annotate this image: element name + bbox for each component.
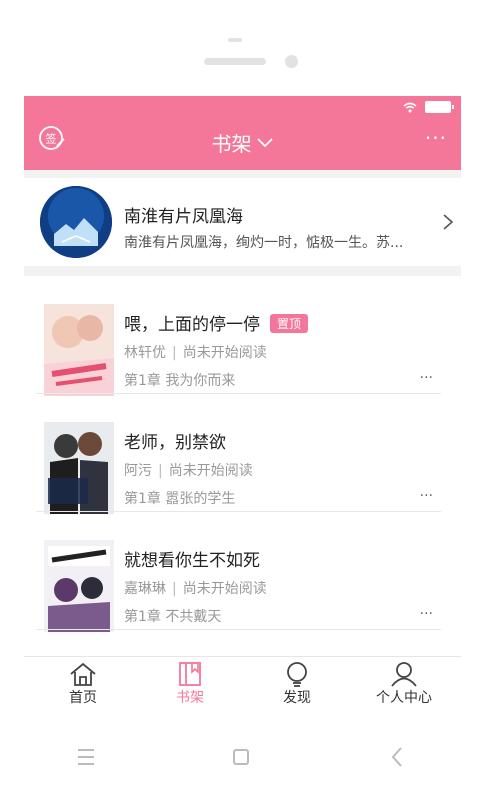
app-header: 签 书架 ··· — [24, 96, 461, 170]
tab-discover[interactable]: 发现 — [242, 657, 352, 708]
book-meta: 嘉琳琳 | 尚未开始阅读 — [124, 578, 267, 598]
battery-icon — [425, 101, 454, 113]
front-camera — [285, 55, 298, 68]
book-author: 林轩优 — [124, 345, 166, 361]
current-chapter: 第1章 不共戴天 — [124, 609, 222, 625]
book-title: 老师，别禁欲 — [124, 433, 226, 453]
divider — [36, 629, 441, 630]
tab-label: 发现 — [283, 690, 311, 706]
menu-key-icon[interactable] — [76, 745, 96, 769]
user-icon — [391, 662, 417, 687]
book-item[interactable]: 喂，上面的停一停 置顶 林轩优 | 尚未开始阅读 第1章 我为你而来 ··· — [24, 276, 461, 396]
status-bar — [403, 101, 454, 113]
chevron-right-icon[interactable] — [441, 212, 455, 232]
tab-label: 书架 — [176, 690, 204, 706]
meta-separator: | — [158, 463, 163, 479]
home-key-icon[interactable] — [232, 745, 250, 769]
current-chapter: 第1章 我为你而来 — [124, 373, 236, 389]
featured-book-cover — [40, 186, 112, 258]
book-more-icon[interactable]: ··· — [420, 488, 433, 504]
shelf-title-dropdown[interactable]: 书架 — [24, 128, 461, 157]
chevron-down-icon — [256, 137, 273, 147]
tab-bookshelf[interactable]: 书架 — [135, 657, 245, 708]
book-author: 阿污 — [124, 463, 152, 479]
home-icon — [70, 662, 96, 686]
book-more-icon[interactable]: ··· — [420, 606, 433, 622]
meta-separator: | — [172, 581, 177, 597]
tab-label: 个人中心 — [376, 690, 432, 706]
book-title: 喂，上面的停一停 置顶 — [124, 310, 309, 335]
wifi-icon — [403, 102, 417, 112]
book-cover — [44, 304, 114, 396]
book-meta: 阿污 | 尚未开始阅读 — [124, 460, 253, 480]
tab-home[interactable]: 首页 — [28, 657, 138, 708]
book-cover — [44, 540, 114, 632]
earpiece — [204, 58, 266, 65]
reading-status: 尚未开始阅读 — [182, 345, 267, 361]
meta-separator: | — [172, 345, 177, 361]
more-options-icon[interactable]: ··· — [425, 128, 447, 148]
current-chapter: 第1章 嚣张的学生 — [124, 491, 236, 507]
book-meta: 林轩优 | 尚未开始阅读 — [124, 342, 267, 362]
tab-label: 首页 — [69, 690, 97, 706]
featured-book-description: 南淮有片凤凰海，绚灼一时，惦极一生。苏... — [124, 235, 404, 251]
book-cover — [44, 422, 114, 514]
bottom-tab-bar: 首页 书架 发现 个人中心 — [24, 656, 461, 708]
pinned-badge: 置顶 — [270, 314, 309, 333]
featured-book[interactable]: 南淮有片凤凰海 南淮有片凤凰海，绚灼一时，惦极一生。苏... — [24, 178, 461, 266]
book-item[interactable]: 老师，别禁欲 阿污 | 尚未开始阅读 第1章 嚣张的学生 ··· — [24, 394, 461, 514]
book-title: 就想看你生不如死 — [124, 551, 260, 571]
bookshelf-icon — [179, 662, 201, 686]
back-key-icon[interactable] — [389, 745, 405, 769]
book-author: 嘉琳琳 — [124, 581, 166, 597]
app-screen: 签 书架 ··· 南淮有片凤凰海 南淮有片凤凰海，绚灼一时，惦极一生。苏... — [24, 96, 461, 708]
featured-book-title: 南淮有片凤凰海 — [124, 207, 243, 227]
book-more-icon[interactable]: ··· — [420, 370, 433, 386]
earpiece-top — [228, 38, 242, 42]
tab-profile[interactable]: 个人中心 — [349, 657, 459, 708]
book-item[interactable]: 就想看你生不如死 嘉琳琳 | 尚未开始阅读 第1章 不共戴天 ··· — [24, 512, 461, 632]
reading-status: 尚未开始阅读 — [182, 581, 267, 597]
book-list: 喂，上面的停一停 置顶 林轩优 | 尚未开始阅读 第1章 我为你而来 ··· 老… — [24, 276, 461, 656]
lightbulb-icon — [287, 662, 307, 687]
reading-status: 尚未开始阅读 — [168, 463, 253, 479]
page-title: 书架 — [211, 132, 252, 156]
